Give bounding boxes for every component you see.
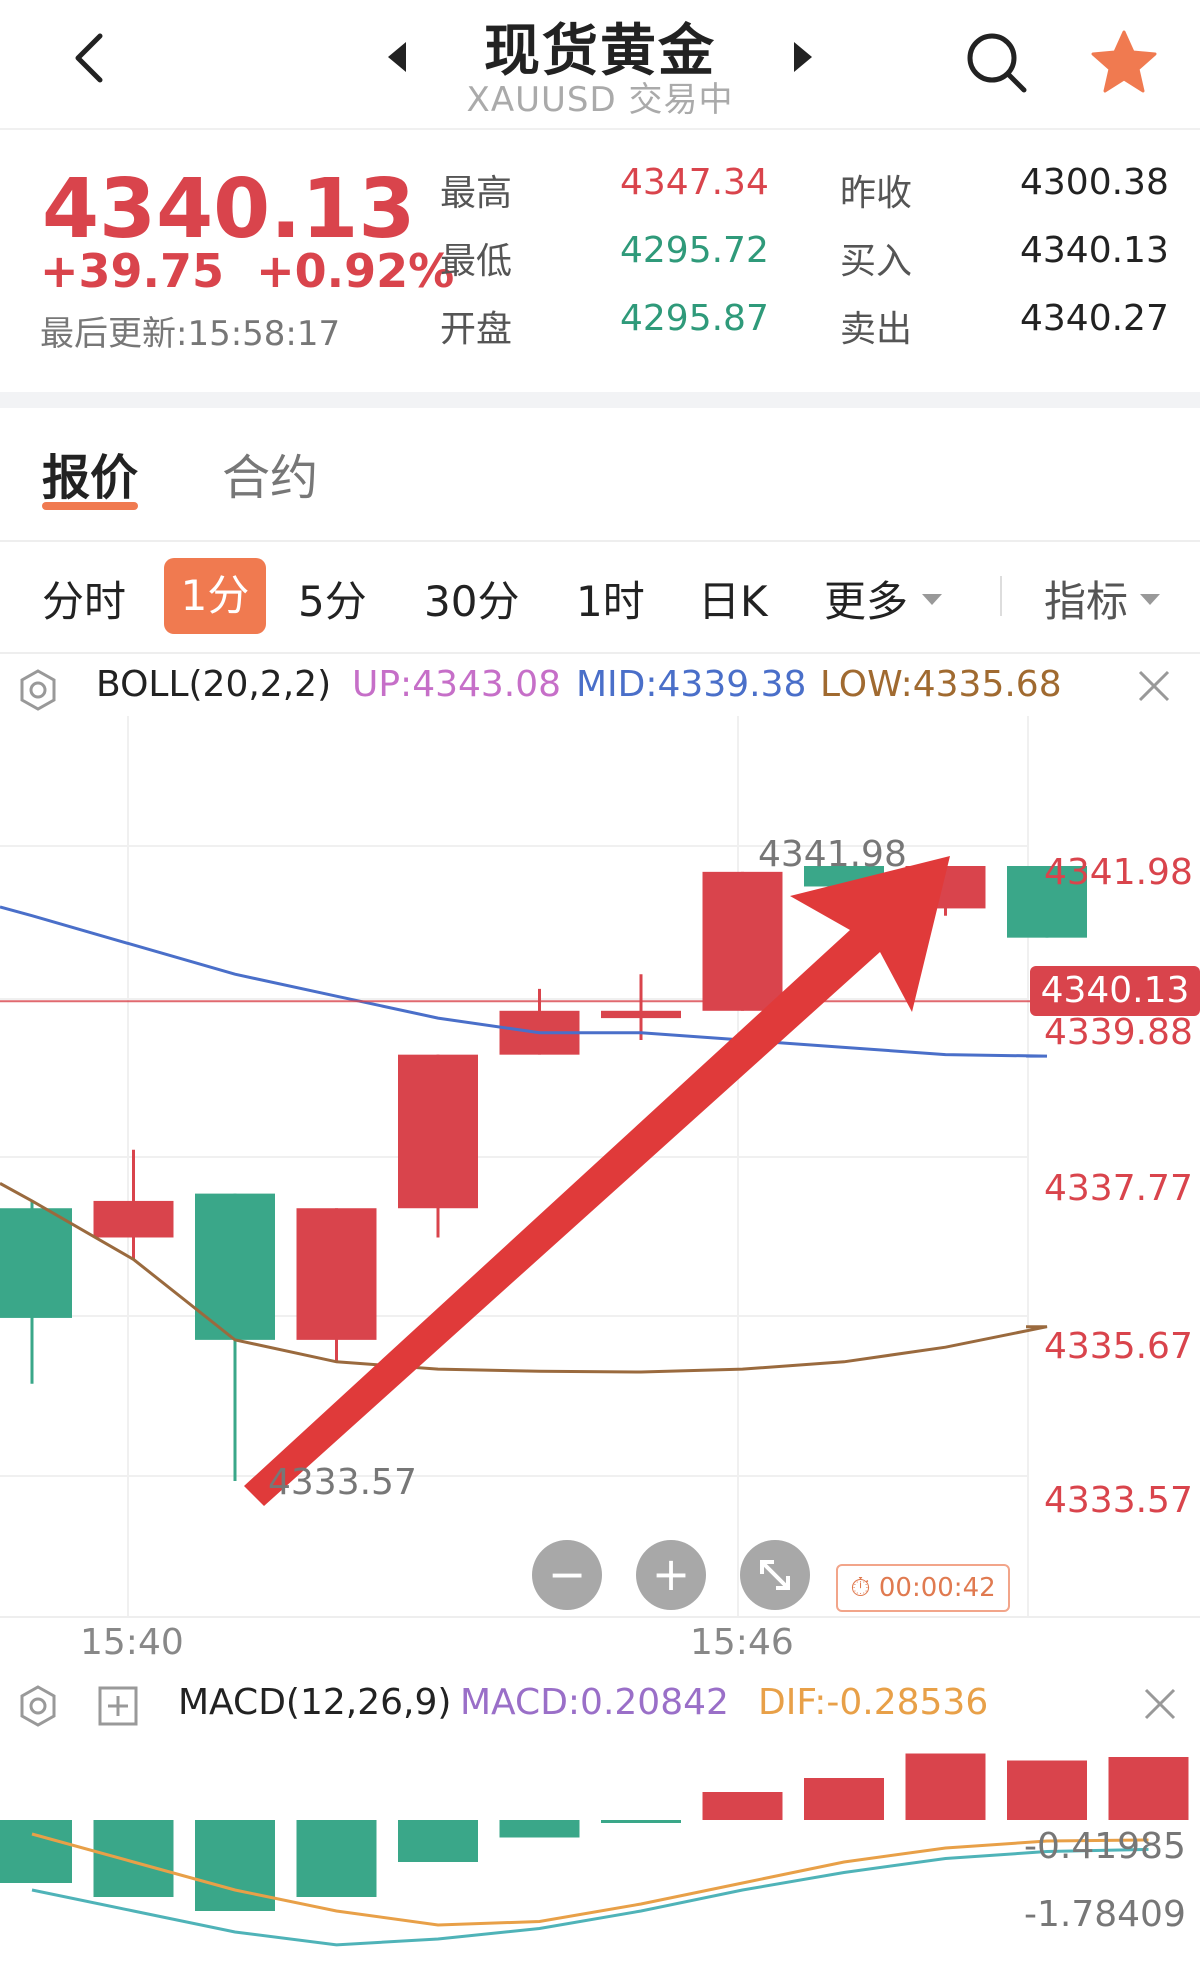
axis-label-4: 4335.67: [1044, 1326, 1193, 1367]
zoom-in-button[interactable]: +: [636, 1540, 706, 1610]
stat-value-bid: 4340.13: [1020, 230, 1169, 271]
stat-value-prev-close: 4300.38: [1020, 162, 1169, 203]
next-symbol-icon[interactable]: [790, 40, 814, 74]
macd-bar-1: [93, 1820, 174, 1897]
stat-value-open: 4295.87: [620, 298, 769, 339]
last-price: 4340.13: [42, 162, 416, 257]
trend-arrow-annotation: [244, 856, 950, 1506]
macd-value: MACD:0.20842: [460, 1682, 729, 1723]
x-label-1546: 15:46: [690, 1622, 794, 1663]
period-5min[interactable]: 5分: [298, 568, 367, 629]
candle-body-6: [601, 1010, 681, 1019]
axis-label-5: 4333.57: [1044, 1480, 1193, 1521]
add-indicator-icon[interactable]: [96, 1684, 140, 1728]
stat-label-prev-close: 昨收: [840, 173, 913, 214]
favorite-star-icon[interactable]: [1090, 28, 1158, 94]
macd-bar-11: [1108, 1757, 1189, 1820]
period-timeshare[interactable]: 分时: [42, 568, 126, 629]
stat-label-ask: 卖出: [840, 309, 913, 350]
period-1min[interactable]: 1分: [164, 558, 266, 634]
active-tab-indicator: [42, 502, 138, 510]
current-price-tag: 4340.13: [1030, 966, 1200, 1016]
macd-axis-2: -1.78409: [1024, 1894, 1186, 1935]
macd-bar-0: [0, 1820, 72, 1883]
candlestick-chart[interactable]: [0, 716, 1200, 1620]
indicator-menu[interactable]: 指标: [1044, 568, 1128, 629]
expand-icon: [760, 1560, 790, 1590]
macd-bar-10: [1007, 1760, 1087, 1820]
stat-label-bid: 买入: [840, 241, 913, 282]
stat-value-low: 4295.72: [620, 230, 769, 271]
stat-value-ask: 4340.27: [1020, 298, 1169, 339]
macd-chart: [0, 1753, 1189, 1947]
stat-value-high: 4347.34: [620, 162, 769, 203]
high-annotation: 4341.98: [758, 834, 907, 875]
tab-quote[interactable]: 报价: [42, 438, 138, 508]
macd-bar-7: [702, 1792, 783, 1820]
more-dropdown-icon: [922, 594, 942, 605]
boll-row-divider: [0, 652, 1200, 654]
close-macd-icon[interactable]: [1140, 1684, 1180, 1724]
axis-label-2: 4339.88: [1044, 1012, 1193, 1053]
x-axis-line: [0, 1616, 1200, 1618]
boll-low-value: LOW:4335.68: [820, 664, 1062, 705]
candle-timer: ⏱ 00:00:42: [836, 1564, 1010, 1612]
last-updated: 最后更新:15:58:17: [40, 314, 341, 354]
period-separator: [1000, 576, 1002, 616]
boll-up-value: UP:4343.08: [352, 664, 562, 705]
boll-name: BOLL(20,2,2): [96, 664, 332, 705]
macd-settings-icon[interactable]: [16, 1684, 60, 1728]
macd-bar-3: [296, 1820, 377, 1897]
fullscreen-button[interactable]: [740, 1540, 810, 1610]
macd-bar-4: [398, 1820, 478, 1862]
dif-value: DIF:-0.28536: [758, 1682, 989, 1723]
stat-label-low: 最低: [440, 241, 513, 282]
settings-icon[interactable]: [16, 668, 60, 712]
candle-body-4: [398, 1054, 478, 1209]
macd-bar-5: [499, 1820, 580, 1838]
candle-body-3: [296, 1208, 377, 1340]
macd-bar-2: [195, 1820, 275, 1911]
period-more[interactable]: 更多: [824, 568, 908, 629]
clock-icon: ⏱: [850, 1573, 879, 1603]
indicator-dropdown-icon: [1140, 594, 1160, 605]
section-divider: [0, 392, 1200, 408]
zoom-out-button[interactable]: −: [532, 1540, 602, 1610]
macd-bar-8: [804, 1778, 884, 1820]
boll-mid-value: MID:4339.38: [576, 664, 807, 705]
macd-axis-1: -0.41985: [1024, 1826, 1186, 1867]
period-1h[interactable]: 1时: [576, 568, 645, 629]
close-boll-icon[interactable]: [1134, 666, 1174, 706]
period-day[interactable]: 日K: [698, 568, 768, 629]
search-icon[interactable]: [964, 30, 1028, 94]
macd-bar-6: [601, 1820, 681, 1823]
price-change: +39.75 +0.92%: [40, 244, 455, 298]
candle-body-1: [93, 1200, 174, 1238]
low-annotation: 4333.57: [268, 1462, 417, 1503]
axis-label-1: 4341.98: [1044, 852, 1193, 893]
candle-body-0: [0, 1208, 72, 1318]
stat-label-high: 最高: [440, 173, 513, 214]
macd-name: MACD(12,26,9): [178, 1682, 452, 1723]
macd-bar-9: [905, 1753, 986, 1820]
x-label-1540: 15:40: [80, 1622, 184, 1663]
tab-contract[interactable]: 合约: [222, 438, 318, 508]
top-bar: 现货黄金 XAUUSD 交易中: [0, 0, 1200, 130]
candle-body-7: [702, 871, 783, 1011]
tab-divider: [0, 540, 1200, 542]
timer-value: 00:00:42: [878, 1573, 996, 1603]
period-30min[interactable]: 30分: [424, 568, 519, 629]
stat-label-open: 开盘: [440, 309, 513, 350]
axis-label-3: 4337.77: [1044, 1168, 1193, 1209]
